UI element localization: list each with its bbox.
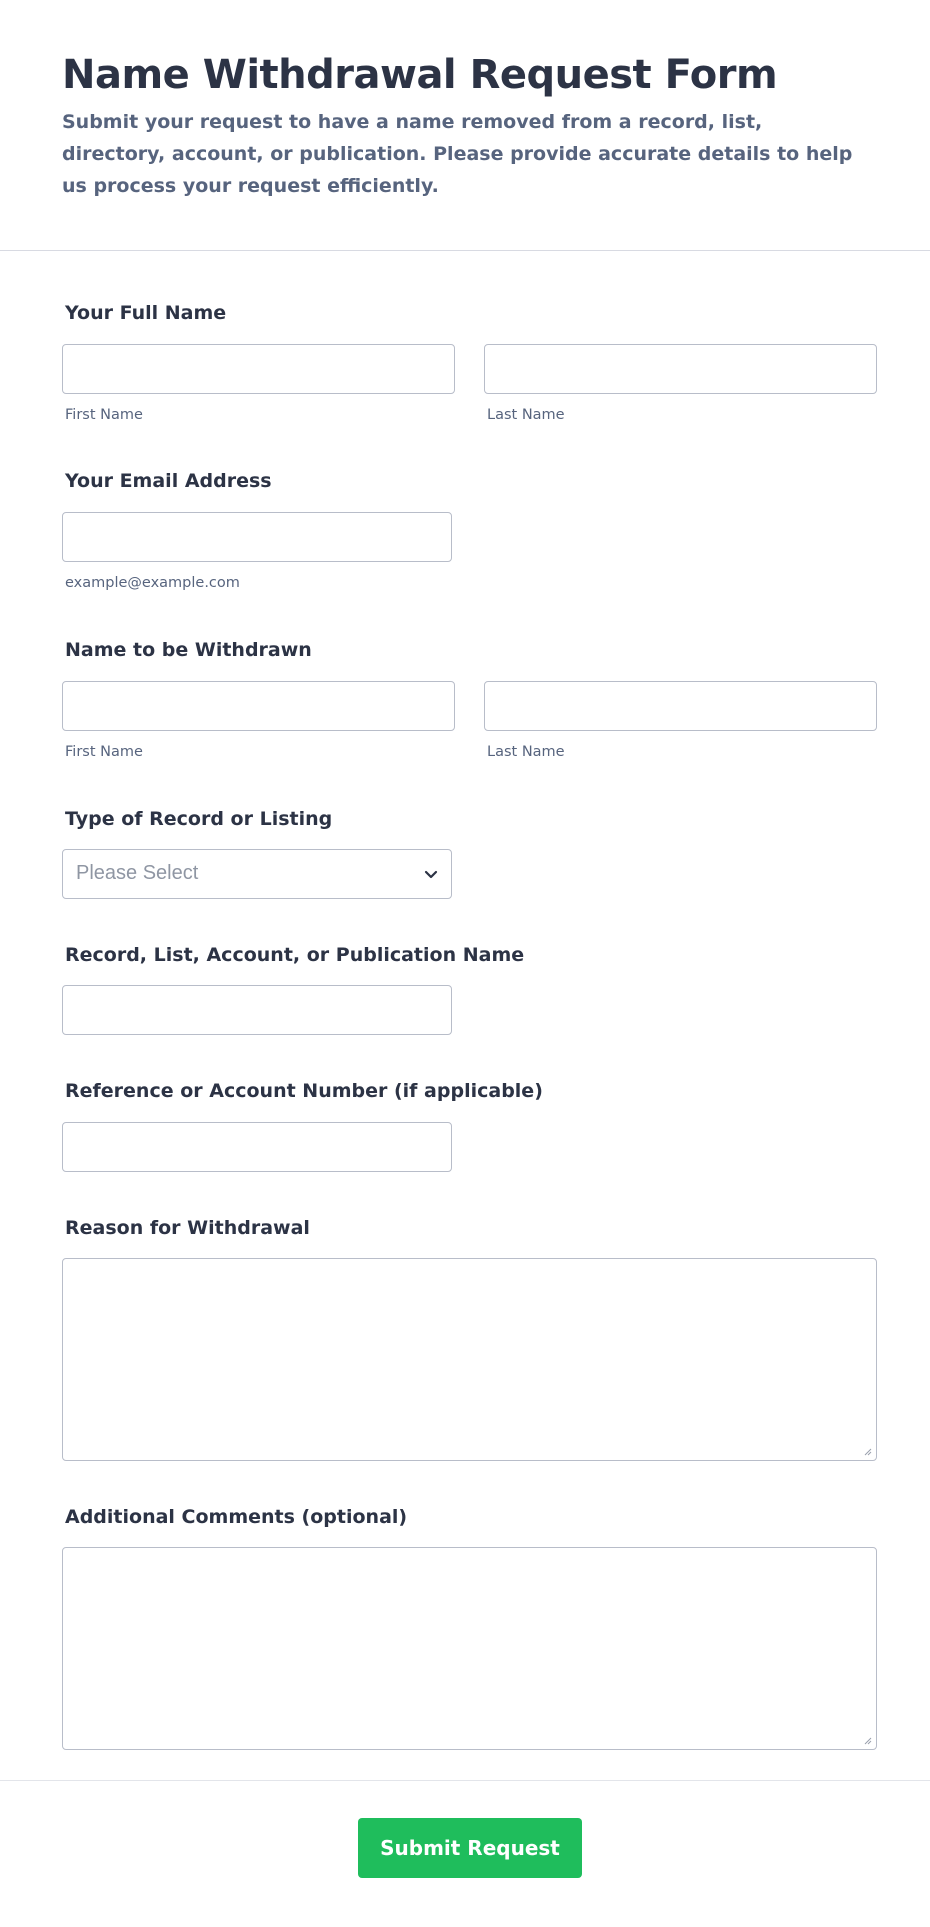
email-sublabel: example@example.com (65, 575, 240, 591)
withdraw-name-first-input[interactable] (62, 681, 455, 731)
comments-label: Additional Comments (optional) (65, 1506, 408, 1528)
submit-button[interactable]: Submit Request (358, 1818, 582, 1878)
withdraw-name-first-sublabel: First Name (65, 744, 143, 760)
record-type-selected: Please Select (76, 862, 199, 884)
withdraw-name-label: Name to be Withdrawn (65, 639, 312, 661)
reason-label: Reason for Withdrawal (65, 1217, 310, 1239)
full-name-last-sublabel: Last Name (487, 407, 565, 423)
form-header: Name Withdrawal Request Form Submit your… (0, 0, 930, 251)
full-name-last-input[interactable] (484, 344, 877, 394)
reason-textarea[interactable] (62, 1258, 877, 1461)
withdraw-name-last-input[interactable] (484, 681, 877, 731)
full-name-first-input[interactable] (62, 344, 455, 394)
reference-label: Reference or Account Number (if applicab… (65, 1080, 543, 1102)
record-type-label: Type of Record or Listing (65, 808, 333, 830)
record-name-input[interactable] (62, 985, 452, 1035)
comments-textarea[interactable] (62, 1547, 877, 1750)
footer-divider (0, 1780, 930, 1781)
full-name-first-sublabel: First Name (65, 407, 143, 423)
reference-input[interactable] (62, 1122, 452, 1172)
record-type-select[interactable]: Please Select (62, 849, 452, 899)
record-name-label: Record, List, Account, or Publication Na… (65, 944, 525, 966)
resize-grip-icon[interactable] (862, 1446, 872, 1456)
email-field[interactable] (62, 512, 452, 562)
form-description: Submit your request to have a name remov… (62, 111, 853, 197)
page-title: Name Withdrawal Request Form (62, 52, 778, 98)
chevron-down-icon (424, 870, 438, 879)
withdraw-name-last-sublabel: Last Name (487, 744, 565, 760)
full-name-label: Your Full Name (65, 302, 227, 324)
email-label: Your Email Address (65, 470, 272, 492)
resize-grip-icon[interactable] (862, 1735, 872, 1745)
